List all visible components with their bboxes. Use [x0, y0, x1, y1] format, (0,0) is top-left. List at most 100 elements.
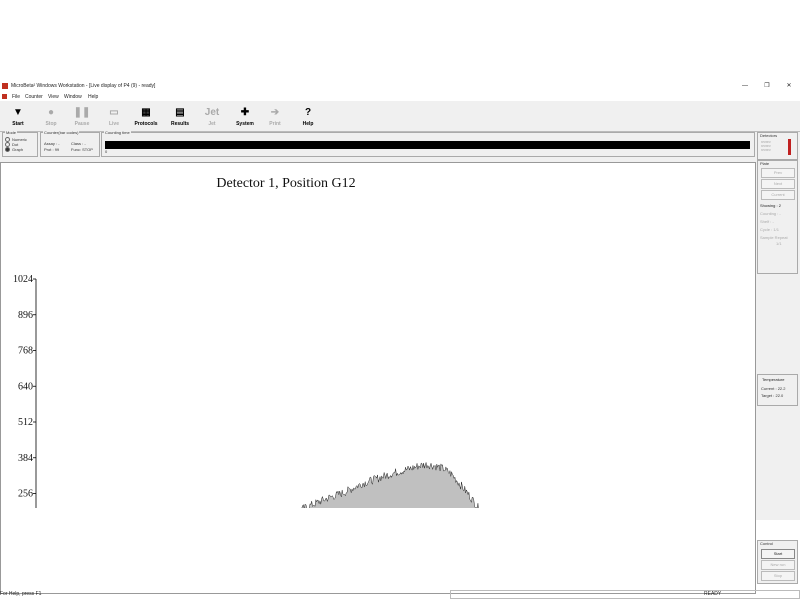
live-icon: ▭: [109, 106, 119, 118]
menu-file[interactable]: File: [12, 93, 20, 101]
close-button[interactable]: ✕: [778, 80, 800, 93]
title-bar: MicroBeta² Windows Workstation - [Live d…: [0, 80, 800, 93]
plate-title: Plate: [760, 161, 770, 166]
stop-icon: ●: [47, 106, 55, 118]
cycle-label: Cycle :: [760, 227, 773, 232]
status-ready: READY: [704, 591, 722, 597]
func-label: Func:: [71, 147, 82, 152]
histogram-chart: Detector 1, Position G12 012825638451264…: [13, 176, 479, 508]
pause-button[interactable]: ❚❚ Pause: [67, 103, 97, 129]
live-button[interactable]: ▭ Live: [99, 103, 129, 129]
stop-button[interactable]: ● Stop: [36, 103, 66, 129]
temperature-group: Temperature Current : 22.2 Target : 22.0: [757, 374, 798, 406]
results-icon: ▤: [175, 106, 185, 118]
plate-current-button[interactable]: Current: [761, 190, 795, 200]
toolbar-label: Live: [108, 121, 119, 127]
toolbar-label: Start: [12, 121, 24, 127]
counting-progress-bar: [105, 141, 750, 149]
shelf-value: -: [772, 219, 774, 224]
radio-circle-icon: [5, 147, 10, 152]
print-icon: ➔: [270, 106, 280, 118]
thermometer-icon: [788, 139, 791, 155]
assay-label: Assay :: [44, 141, 58, 146]
app-logo-icon: [2, 83, 8, 89]
status-help-text: For Help, press F1: [0, 591, 42, 597]
status-bar: For Help, press F1 READY: [0, 589, 800, 599]
plate-group: Plate Prev Next Current Showing : 2 Counti…: [757, 160, 798, 274]
cycle-value: 1/1: [773, 227, 779, 232]
chart-title: Detector 1, Position G12: [216, 176, 355, 191]
detectors-group: Detectors ○○○○ ○○○○ ○○○○: [757, 132, 798, 160]
histogram-area: [299, 462, 479, 508]
prot-label: Prot :: [44, 147, 54, 152]
start-icon: ▼: [13, 106, 23, 118]
y-tick-label: 256: [18, 489, 33, 500]
pause-icon: ❚❚: [73, 106, 91, 118]
plate-counting-label: Counting :: [760, 211, 779, 216]
showing-label: Showing :: [760, 203, 778, 208]
y-tick-label: 384: [18, 453, 33, 464]
plate-prev-button[interactable]: Prev: [761, 168, 795, 178]
counting-time-value: 0: [105, 149, 108, 154]
control-new-run-button[interactable]: New run: [761, 560, 795, 570]
help-icon: ?: [304, 106, 312, 118]
protocols-button[interactable]: ▦ Protocols: [131, 103, 161, 129]
print-button[interactable]: ➔ Print: [260, 103, 290, 129]
mode-radio-graph[interactable]: Graph: [5, 147, 37, 152]
right-panel: Detectors ○○○○ ○○○○ ○○○○ Plate Prev Next Cur…: [757, 132, 798, 592]
assay-value: -: [58, 141, 60, 146]
temp-target-label: Target :: [761, 393, 775, 398]
temp-current-value: 22.2: [777, 386, 786, 391]
toolbar-label: Help: [302, 121, 314, 127]
system-icon: ✚: [240, 106, 250, 118]
counter-group: Counter(bar codes) Assay : - Class : - P…: [40, 130, 100, 157]
toolbar: ▼ Start ● Stop ❚❚ Pause ▭ Live ▦ Protocols ▤ Result…: [0, 101, 800, 132]
plate-next-button[interactable]: Next: [761, 179, 795, 189]
sample-repeat-value: 1/1: [776, 241, 782, 246]
mode-radio-label: Graph: [12, 147, 24, 152]
toolbar-label: Pause: [74, 121, 90, 127]
temperature-title: Temperature: [762, 377, 785, 382]
counting-time-title: Counting time: [104, 130, 131, 135]
toolbar-label: System: [236, 121, 254, 127]
y-tick-label: 768: [18, 346, 33, 357]
mode-group: Mode Numeric Dot Graph: [2, 130, 38, 157]
window-title: MicroBeta² Windows Workstation - [Live d…: [11, 83, 156, 89]
document-icon: [2, 94, 7, 99]
menu-help[interactable]: Help: [88, 93, 98, 101]
jet-icon: Jet: [204, 106, 220, 118]
detectors-title: Detectors: [760, 133, 778, 138]
maximize-button[interactable]: ❐: [756, 80, 778, 93]
control-stop-button[interactable]: Stop: [761, 571, 795, 581]
menu-view[interactable]: View: [48, 93, 59, 101]
showing-value: 2: [778, 203, 781, 208]
status-panel: [450, 590, 800, 599]
toolbar-label: Protocols: [134, 121, 158, 127]
menu-window[interactable]: Window: [64, 93, 82, 101]
plate-counting-value: -: [779, 211, 781, 216]
start-button[interactable]: ▼ Start: [3, 103, 33, 129]
temp-current-label: Current :: [761, 386, 777, 391]
minimize-button[interactable]: —: [734, 80, 756, 93]
prot-value: 99: [54, 147, 60, 152]
y-tick-label: 1024: [13, 274, 33, 285]
jet-button[interactable]: Jet Jet: [197, 103, 227, 129]
menu-counter[interactable]: Counter: [25, 93, 43, 101]
help-button[interactable]: ? Help: [293, 103, 323, 129]
app-window: MicroBeta² Windows Workstation - [Live d…: [0, 80, 800, 599]
results-button[interactable]: ▤ Results: [165, 103, 195, 129]
toolbar-label: Results: [170, 121, 190, 127]
toolbar-label: Print: [269, 121, 281, 127]
protocols-icon: ▦: [141, 106, 151, 118]
system-button[interactable]: ✚ System: [230, 103, 260, 129]
counter-title: Counter(bar codes): [43, 130, 80, 135]
class-label: Class :: [71, 141, 84, 146]
class-value: -: [84, 141, 86, 146]
shelf-label: Shelf :: [760, 219, 772, 224]
control-start-button[interactable]: Start: [761, 549, 795, 559]
menu-bar: File Counter View Window Help: [0, 93, 800, 101]
y-tick-label: 512: [18, 417, 33, 428]
toolbar-label: Stop: [45, 121, 57, 127]
toolbar-label: Jet: [208, 121, 216, 127]
detector-dots-icon: ○○○○ ○○○○ ○○○○: [761, 139, 771, 152]
